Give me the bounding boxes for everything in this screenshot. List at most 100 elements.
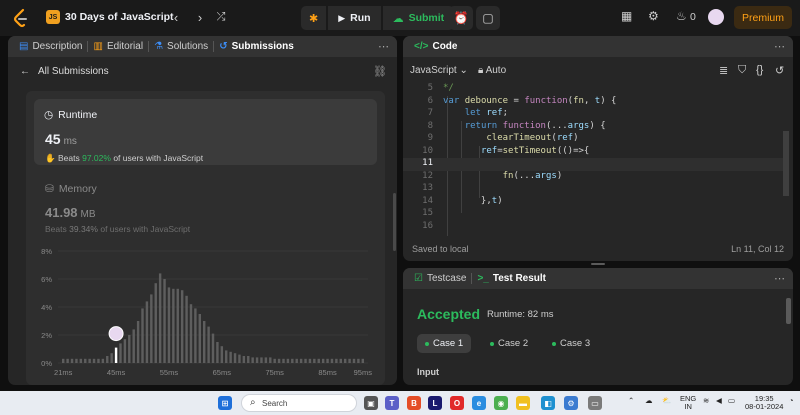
code-line[interactable]: 11	[403, 158, 783, 171]
tab-code[interactable]: </> Code	[409, 41, 462, 52]
opera-icon[interactable]: O	[450, 396, 464, 410]
left-tabbar: ▤ Description ▥ Editorial ⚗ Solutions ↺ Subm…	[8, 36, 397, 57]
x-tick-label: 95ms	[354, 368, 373, 377]
memory-title[interactable]: ⛁ Memory	[45, 183, 97, 195]
avatar[interactable]	[708, 9, 724, 25]
file-explorer-icon[interactable]: ▬	[516, 396, 530, 410]
autocomplete-mode[interactable]: 🔒︎ Auto	[478, 65, 506, 76]
brave-icon[interactable]: B	[407, 396, 421, 410]
notes-button[interactable]: ▢	[476, 6, 500, 30]
code-line[interactable]: 5 */	[403, 83, 783, 96]
onedrive-icon[interactable]: ⛅	[662, 397, 671, 405]
case-1-tab[interactable]: Case 1	[417, 334, 472, 353]
tab-submissions[interactable]: ↺ Submissions	[214, 41, 299, 52]
battery-icon[interactable]: ▭	[728, 397, 735, 405]
code-line[interactable]: 8 return function(...args) {	[403, 121, 783, 134]
tab-editorial[interactable]: ▥ Editorial	[88, 41, 148, 52]
store-app-icon[interactable]: ◧	[541, 396, 555, 410]
case-2-tab[interactable]: Case 2	[482, 334, 536, 353]
distribution-bar	[207, 326, 210, 363]
runtime-distribution-chart[interactable]: 0% 2% 4% 6% 8% 21ms 45ms 55ms 65ms 75ms 85ms 95ms	[26, 241, 385, 385]
code-text: },t)	[443, 195, 503, 206]
tab-solutions[interactable]: ⚗ Solutions	[149, 41, 213, 52]
code-scrollbar[interactable]	[783, 131, 789, 196]
wifi-icon[interactable]: ≋	[703, 397, 709, 405]
tab-description[interactable]: ▤ Description	[14, 41, 87, 52]
timer-button[interactable]: ⏰	[449, 6, 473, 30]
clock[interactable]: 19:35 08-01-2024	[745, 395, 783, 411]
cloud-icon[interactable]: ☁	[645, 397, 653, 405]
code-line[interactable]: 7 let ref;	[403, 108, 783, 121]
cloud-upload-icon: ☁	[392, 12, 404, 25]
runtime-unit: ms	[63, 136, 77, 147]
result-tabbar: ☑ Testcase >_ Test Result ⋯	[403, 268, 793, 289]
line-number: 9	[427, 133, 433, 143]
line-number: 14	[422, 195, 433, 206]
l-app-icon[interactable]: L	[428, 396, 442, 410]
distribution-bar	[92, 358, 96, 363]
shuffle-icon[interactable]: ⤮	[213, 9, 229, 25]
x-tick-label: 55ms	[160, 368, 179, 377]
more-options-icon[interactable]: ⋯	[378, 40, 389, 53]
settings-app-icon[interactable]: ⚙	[564, 396, 578, 410]
code-line[interactable]: 15	[403, 208, 783, 221]
layout-grid-icon[interactable]: ▦	[621, 9, 632, 23]
input-label: Input	[417, 367, 439, 377]
distribution-bar	[189, 304, 193, 363]
submit-button[interactable]: ☁ Submit	[382, 6, 455, 30]
language-select[interactable]: JavaScript ⌄	[410, 65, 468, 76]
teams-icon[interactable]: T	[385, 396, 399, 410]
more-options-icon[interactable]: ⋯	[774, 40, 785, 53]
mode-label: Auto	[485, 65, 507, 76]
tab-test-result[interactable]: >_ Test Result	[472, 273, 551, 284]
taskbar-search[interactable]: ⌕ Search	[241, 394, 357, 412]
code-line[interactable]: 16	[403, 221, 783, 234]
bookmark-icon[interactable]: ⛉	[738, 64, 746, 77]
debug-button[interactable]: ✱	[301, 6, 327, 30]
code-line[interactable]: 6 var debounce = function(fn, t) {	[403, 96, 783, 109]
windows-start-icon[interactable]: ⊞	[218, 396, 232, 410]
back-label: All Submissions	[38, 66, 109, 77]
x-tick-label: 75ms	[266, 368, 285, 377]
prev-problem-icon[interactable]: ‹	[168, 9, 184, 25]
code-line[interactable]: 13	[403, 183, 783, 196]
left-scrollbar[interactable]	[393, 193, 396, 251]
tab-testcase[interactable]: ☑ Testcase	[409, 273, 471, 284]
language-indicator[interactable]: ENG IN	[680, 395, 696, 411]
code-line[interactable]: 10 ref=setTimeout(()=>{	[403, 146, 783, 159]
code-editor[interactable]: 5 */ 6 var debounce = function(fn, t) {7 le…	[403, 83, 793, 236]
task-view-icon[interactable]: ▣	[364, 396, 378, 410]
chevron-up-icon[interactable]: ⌃	[628, 397, 634, 405]
braces-icon[interactable]: {}	[756, 64, 763, 76]
next-problem-icon[interactable]: ›	[192, 9, 208, 25]
beats-icon: ✋	[45, 153, 56, 163]
code-line[interactable]: 9 clearTimeout(ref)	[403, 133, 783, 146]
chrome-icon[interactable]: ◉	[494, 396, 508, 410]
result-scrollbar[interactable]	[786, 298, 791, 324]
code-line[interactable]: 14 },t)	[403, 196, 783, 209]
distribution-bar	[264, 357, 268, 363]
distribution-bar	[326, 358, 329, 363]
streak-count: 0	[690, 11, 696, 23]
case-3-tab[interactable]: Case 3	[544, 334, 598, 353]
volume-icon[interactable]: ◀	[716, 397, 722, 405]
back-to-submissions[interactable]: ← All Submissions	[20, 66, 109, 77]
distribution-bar	[269, 357, 272, 363]
gear-icon[interactable]: ⚙	[648, 9, 659, 23]
runtime-card[interactable]: ◷ Runtime 45 ms ✋ Beats 97.02% of users w…	[34, 99, 377, 165]
more-options-icon[interactable]: ⋯	[774, 272, 785, 285]
study-plan-title[interactable]: 30 Days of JavaScript	[65, 11, 174, 23]
reset-icon[interactable]: ↺	[775, 64, 784, 77]
leetcode-logo[interactable]	[12, 8, 30, 28]
run-button[interactable]: ▶ Run	[328, 6, 381, 30]
format-lines-icon[interactable]: ≣	[719, 64, 728, 77]
link-icon[interactable]: ⛓	[373, 65, 387, 78]
panel-resize-handle[interactable]	[591, 263, 605, 265]
fire-streak-icon[interactable]: ♨	[676, 9, 687, 23]
premium-button[interactable]: Premium	[734, 6, 792, 29]
distribution-bar	[62, 358, 65, 363]
vm-app-icon[interactable]: ▭	[588, 396, 602, 410]
edge-icon[interactable]: e	[472, 396, 486, 410]
code-line[interactable]: 12 fn(...args)	[403, 171, 783, 184]
notification-icon[interactable]: ◔	[789, 397, 794, 405]
